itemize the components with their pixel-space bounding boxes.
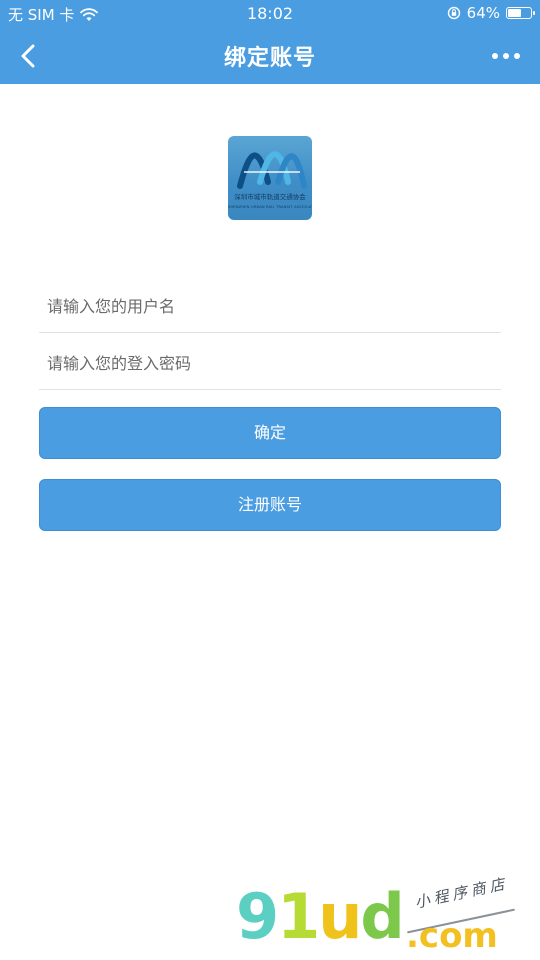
- more-dot: [503, 53, 509, 59]
- watermark-domain: .com: [406, 916, 498, 956]
- watermark-brand: 91ud: [236, 880, 405, 953]
- username-input[interactable]: [39, 280, 501, 332]
- more-button[interactable]: [482, 38, 530, 74]
- page-title: 绑定账号: [223, 46, 316, 71]
- top-bar: 无 SIM 卡 18:02 64% 绑定账号: [0, 0, 540, 84]
- password-field: [39, 337, 501, 390]
- logo-text-en: SHENZHEN URBAN RAIL TRANSIT ASSOCIATION: [228, 205, 312, 209]
- more-dot: [514, 53, 520, 59]
- logo-text-cn: 深圳市城市轨道交通协会: [234, 193, 306, 201]
- status-right: 64%: [447, 4, 535, 22]
- battery-icon: [506, 7, 535, 19]
- logo-mark-icon: [237, 151, 307, 189]
- watermark-brand-letter: 1: [277, 880, 320, 953]
- watermark-brand-letter: u: [318, 880, 362, 953]
- watermark-brand-letter: d: [360, 880, 404, 953]
- confirm-button[interactable]: 确定: [39, 407, 501, 459]
- watermark: 91ud 小程序商店 .com: [236, 874, 536, 958]
- nav-bar: 绑定账号: [0, 28, 540, 84]
- orientation-lock-icon: [447, 6, 460, 20]
- battery-fill: [508, 9, 521, 17]
- username-field: [39, 280, 501, 333]
- association-logo: 深圳市城市轨道交通协会 SHENZHEN URBAN RAIL TRANSIT …: [228, 136, 312, 220]
- password-input[interactable]: [39, 337, 501, 389]
- watermark-brand-letter: 9: [236, 880, 279, 953]
- watermark-tagline: 小程序商店: [413, 874, 510, 912]
- register-button[interactable]: 注册账号: [39, 479, 501, 531]
- more-dot: [492, 53, 498, 59]
- battery-percent: 64%: [466, 4, 500, 22]
- status-bar: 无 SIM 卡 18:02 64%: [0, 0, 540, 28]
